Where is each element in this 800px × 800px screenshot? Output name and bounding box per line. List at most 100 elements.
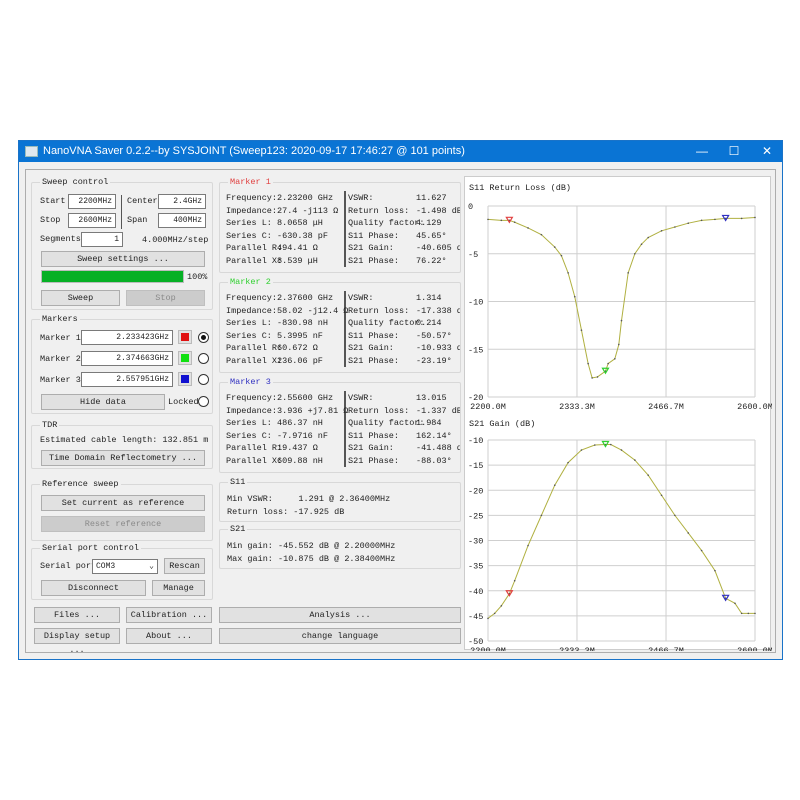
field-value: 60.672 Ω [277, 343, 318, 353]
locked-radio[interactable] [198, 396, 209, 407]
field-label: Frequency: [226, 193, 278, 203]
sweep-settings-button[interactable]: Sweep settings ... [41, 251, 205, 267]
marker-frequency-input[interactable]: 2.557951GHz [81, 372, 173, 387]
y-tick-label: -20 [468, 486, 483, 496]
serial-port-select[interactable]: COM3 ⌄ [92, 559, 158, 574]
data-point [620, 449, 623, 451]
data-point [553, 484, 556, 487]
data-point [500, 605, 503, 607]
span-input[interactable]: 400MHz [158, 213, 206, 228]
data-point [527, 227, 529, 229]
marker-frequency-input[interactable]: 2.374663GHz [81, 351, 173, 366]
marker-color-button[interactable] [178, 330, 192, 344]
data-point [580, 329, 583, 331]
data-point [740, 217, 743, 220]
marker-select-radio[interactable] [198, 374, 209, 385]
start-label: Start [40, 196, 66, 206]
tdr-group: TDR Estimated cable length: 132.851 m Ti… [31, 420, 213, 469]
y-tick-label: -15 [468, 345, 483, 355]
field-value: -50.57° [416, 330, 452, 341]
stop-input[interactable]: 2600MHz [68, 213, 116, 228]
chart-title: S11 Return Loss (dB) [469, 183, 571, 193]
field-value: -40.605 dB [416, 243, 460, 253]
manage-button[interactable]: Manage [152, 580, 205, 596]
field-label: Return loss: [348, 205, 410, 216]
data-point [540, 514, 543, 517]
field-label: S21 Phase: [348, 355, 400, 366]
marker-label: Marker 3 [40, 375, 81, 385]
group-title: Serial port control [40, 543, 141, 553]
s11-summary-group: S11 Min VSWR: 1.291 @ 2.36400MHz Return … [219, 477, 461, 522]
segments-input[interactable]: 1 [81, 232, 123, 247]
field-label: S11 Phase: [348, 230, 400, 241]
data-point [647, 474, 649, 476]
span-label: Span [127, 215, 148, 225]
window-title: NanoVNA Saver 0.2.2--by SYSJOINT (Sweep1… [43, 145, 465, 157]
field-value: 4.129 [416, 218, 442, 228]
data-point [580, 449, 583, 451]
start-input[interactable]: 2200MHz [68, 194, 116, 209]
stop-button[interactable]: Stop [126, 290, 205, 306]
chart-2: S21 Gain (dB)-10-15-20-25-30-35-40-45-50… [468, 419, 773, 656]
disconnect-button[interactable]: Disconnect [41, 580, 146, 596]
about-button[interactable]: About ... [126, 628, 212, 644]
data-point [747, 612, 750, 615]
charts-panel: S11 Return Loss (dB) 0 -5 -10 -15 -20 2200.0M 2… [464, 176, 773, 656]
app-icon [25, 146, 38, 157]
chart-title: S21 Gain (dB) [469, 419, 535, 429]
return-loss: Return loss: -17.925 dB [227, 507, 345, 517]
marker-select-radio[interactable] [198, 353, 209, 364]
maximize-button[interactable]: ☐ [719, 141, 749, 162]
y-tick-label: -40 [468, 587, 483, 597]
y-tick-label: -5 [468, 250, 478, 260]
data-point [610, 443, 612, 446]
y-tick-label: -30 [468, 537, 483, 547]
group-title: Marker 1 [228, 177, 273, 187]
data-point [620, 319, 623, 322]
group-title: S21 [228, 524, 248, 534]
data-point [553, 246, 556, 248]
divider [344, 291, 346, 367]
data-point [627, 272, 629, 274]
progress-text: 100% [187, 272, 208, 282]
minimize-button[interactable]: — [687, 141, 717, 162]
field-label: S21 Gain: [348, 443, 394, 453]
field-value: 1.314 [416, 293, 442, 303]
y-tick-label: -35 [468, 562, 483, 572]
display-setup-button[interactable]: Display setup ... [34, 628, 120, 655]
field-value: 27.4 -j113 Ω [277, 205, 339, 216]
calibration-button[interactable]: Calibration ... [126, 607, 212, 623]
sweep-button[interactable]: Sweep [41, 290, 120, 306]
data-point [513, 221, 516, 224]
field-label: Series L: [226, 418, 272, 428]
marker-frequency-input[interactable]: 2.233423GHz [81, 330, 173, 345]
x-tick-label: 2333.3M [559, 646, 595, 651]
data-point [567, 461, 569, 464]
max-gain: Max gain: -10.875 dB @ 2.38400MHz [227, 554, 396, 564]
center-input[interactable]: 2.4GHz [158, 194, 206, 209]
y-tick-label: -10 [468, 298, 483, 308]
group-title: S11 [228, 477, 248, 487]
x-tick-label: 2200.0M [470, 402, 506, 412]
group-title: TDR [40, 420, 60, 430]
tdr-button[interactable]: Time Domain Reflectometry ... [41, 450, 205, 466]
locked-label: Locked [168, 397, 199, 407]
rescan-button[interactable]: Rescan [164, 558, 205, 574]
close-button[interactable]: ✕ [752, 141, 782, 162]
title-bar: NanoVNA Saver 0.2.2--by SYSJOINT (Sweep1… [19, 141, 782, 162]
set-reference-button[interactable]: Set current as reference [41, 495, 205, 511]
change-language-button[interactable]: change language [219, 628, 461, 644]
reset-reference-button[interactable]: Reset reference [41, 516, 205, 532]
app-window: NanoVNA Saver 0.2.2--by SYSJOINT (Sweep1… [18, 140, 783, 660]
marker-color-button[interactable] [178, 372, 192, 386]
analysis-button[interactable]: Analysis ... [219, 607, 461, 623]
marker-select-radio[interactable] [198, 332, 209, 343]
y-tick-label: 0 [468, 202, 473, 212]
marker-color-button[interactable] [178, 351, 192, 365]
files-button[interactable]: Files ... [34, 607, 120, 623]
field-value: 76.22° [416, 255, 447, 266]
field-label: S21 Phase: [348, 255, 400, 266]
hide-data-button[interactable]: Hide data [41, 394, 165, 410]
data-point [540, 233, 543, 236]
field-value: 494.41 Ω [277, 243, 318, 253]
